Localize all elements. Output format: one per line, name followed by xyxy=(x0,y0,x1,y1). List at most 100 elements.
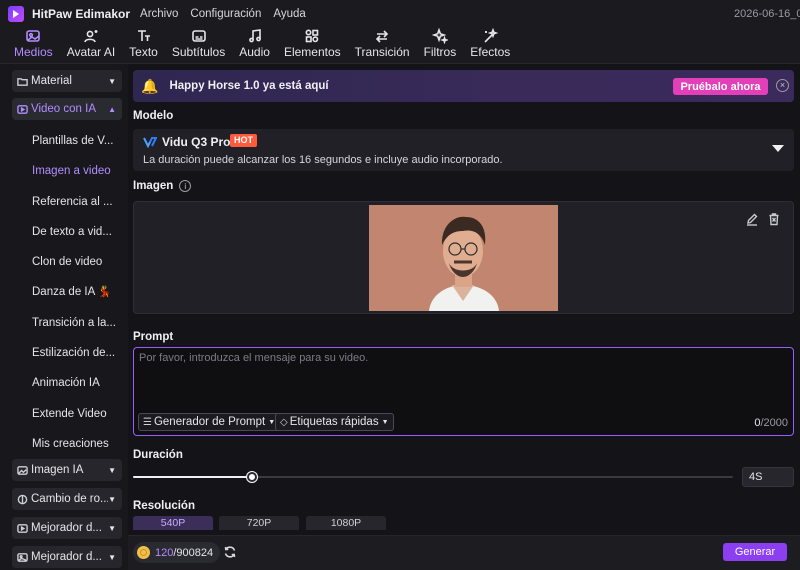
sidebar-item-mis-creaciones[interactable]: Mis creaciones xyxy=(12,429,122,459)
caret-down-icon: ▼ xyxy=(108,465,116,475)
try-now-button[interactable]: Pruébalo ahora xyxy=(673,78,768,95)
tag-icon: ◇ xyxy=(280,416,288,428)
prompt-input[interactable] xyxy=(139,352,779,406)
sidebar-item-transicion[interactable]: Transición a la... xyxy=(12,308,122,338)
tab-label: Subtítulos xyxy=(171,45,226,59)
tab-audio[interactable]: Audio xyxy=(232,27,277,63)
sidebar-item-plantillas[interactable]: Plantillas de V... xyxy=(12,126,122,156)
sidebar-item-imagen-a-video[interactable]: Imagen a video xyxy=(12,156,122,186)
video-ai-icon xyxy=(16,103,28,115)
sidebar-item-estilizacion[interactable]: Estilización de... xyxy=(12,338,122,368)
sidebar-category-material[interactable]: Material ▼ xyxy=(12,70,122,92)
menu-ayuda[interactable]: Ayuda xyxy=(273,8,305,20)
category-label: Imagen IA xyxy=(31,464,84,477)
sidebar-item-clon-de-video[interactable]: Clon de video xyxy=(12,247,122,277)
tab-transicion[interactable]: Transición xyxy=(348,27,417,63)
credits-badge: 120 /900824 xyxy=(133,542,221,563)
tab-label: Avatar AI xyxy=(66,45,116,59)
close-icon[interactable]: × xyxy=(776,79,789,92)
duration-value-field[interactable]: 4S xyxy=(742,467,794,487)
tab-label: Transición xyxy=(354,45,410,59)
caret-down-icon: ▼ xyxy=(108,494,116,504)
image-upload-area[interactable] xyxy=(133,201,794,314)
tab-avatar-ai[interactable]: Avatar AI xyxy=(60,27,122,63)
sidebar-category-cambio-rostro[interactable]: Cambio de ro... ▼ xyxy=(12,488,122,511)
image-enhancer-icon xyxy=(16,551,28,563)
sidebar-category-mejorador-imagen[interactable]: Mejorador d... ▼ xyxy=(12,546,122,569)
category-label: Video con IA xyxy=(31,103,97,115)
resolution-label: Resolución xyxy=(133,500,195,512)
banner-text: Happy Horse 1.0 ya está aquí xyxy=(169,80,329,92)
quick-tags-label: Etiquetas rápidas xyxy=(289,416,379,428)
duration-slider-fill xyxy=(133,476,252,478)
caret-down-icon: ▼ xyxy=(381,418,389,426)
menu-bar: Archivo Configuración Ayuda xyxy=(140,8,318,20)
tab-label: Efectos xyxy=(470,45,511,59)
tab-label: Audio xyxy=(239,45,270,59)
tab-label: Filtros xyxy=(423,45,457,59)
caret-down-icon: ▼ xyxy=(108,552,116,562)
media-icon xyxy=(26,30,41,42)
app-logo-icon xyxy=(8,6,24,22)
tab-medios[interactable]: Medios xyxy=(7,27,60,63)
resolution-720p-button[interactable]: 720P xyxy=(219,516,299,530)
caret-down-icon: ▼ xyxy=(108,523,116,533)
sidebar-category-imagen-ia[interactable]: Imagen IA ▼ xyxy=(12,459,122,482)
prompt-label: Prompt xyxy=(133,331,174,343)
video-enhancer-icon xyxy=(16,522,28,534)
filters-icon xyxy=(431,28,448,44)
category-label: Mejorador d... xyxy=(31,551,102,564)
tab-subtitulos[interactable]: Subtítulos xyxy=(165,27,232,63)
image-section-label: Imagen i xyxy=(133,180,192,192)
sidebar-category-mejorador-video[interactable]: Mejorador d... ▼ xyxy=(12,517,122,540)
prompt-generator-button[interactable]: ☰ Generador de Prompt ▼ xyxy=(138,413,281,431)
delete-icon[interactable] xyxy=(767,212,781,226)
sidebar-item-extende-video[interactable]: Extende Video xyxy=(12,399,122,429)
prompt-generator-label: Generador de Prompt xyxy=(153,416,266,428)
coin-icon xyxy=(137,546,150,559)
resolution-1080p-button[interactable]: 1080P xyxy=(306,516,386,530)
menu-configuracion[interactable]: Configuración xyxy=(190,8,261,20)
edit-icon[interactable] xyxy=(745,212,759,226)
model-selector[interactable]: Vidu Q3 Pro HOT La duración puede alcanz… xyxy=(133,129,794,171)
caret-up-icon: ▲ xyxy=(108,104,116,114)
main-panel: 🔔 Happy Horse 1.0 ya está aquí Pruébalo … xyxy=(128,64,800,570)
sidebar-item-texto-a-video[interactable]: De texto a vid... xyxy=(12,217,122,247)
image-ai-icon xyxy=(16,464,28,476)
prompt-generator-icon: ☰ xyxy=(143,416,152,428)
quick-tags-button[interactable]: ◇ Etiquetas rápidas ▼ xyxy=(275,413,394,431)
tab-label: Medios xyxy=(14,45,53,59)
prompt-box: ☰ Generador de Prompt ▼ ◇ Etiquetas rápi… xyxy=(133,347,794,436)
tab-efectos[interactable]: Efectos xyxy=(463,27,517,63)
dropdown-arrow-icon[interactable] xyxy=(772,145,784,152)
tab-texto[interactable]: Texto xyxy=(122,27,165,63)
generate-button[interactable]: Generar xyxy=(723,543,787,561)
sidebar-category-video-ai[interactable]: Video con IA ▲ xyxy=(12,98,122,120)
model-name: Vidu Q3 Pro xyxy=(162,135,231,149)
menu-archivo[interactable]: Archivo xyxy=(140,8,178,20)
resolution-540p-button[interactable]: 540P xyxy=(133,516,213,530)
title-bar: HitPaw Edimakor Archivo Configuración Ay… xyxy=(0,0,800,28)
app-window: HitPaw Edimakor Archivo Configuración Ay… xyxy=(0,0,800,570)
duration-slider[interactable] xyxy=(133,472,733,482)
tab-elementos[interactable]: Elementos xyxy=(277,27,348,63)
uploaded-portrait-image xyxy=(369,205,558,311)
bottom-action-bar: 120 /900824 Generar xyxy=(128,535,800,570)
category-label: Mejorador d... xyxy=(31,522,102,535)
hot-badge: HOT xyxy=(230,134,257,147)
refresh-icon[interactable] xyxy=(223,545,237,559)
subtitles-icon xyxy=(191,30,206,42)
duration-slider-thumb[interactable] xyxy=(247,472,257,482)
project-title: 2026-06-16_01 xyxy=(734,8,800,20)
elements-icon xyxy=(305,29,319,43)
sidebar-item-animacion-ia[interactable]: Animación IA xyxy=(12,368,122,398)
credits-used: 120 xyxy=(155,546,174,559)
tab-filtros[interactable]: Filtros xyxy=(417,27,464,63)
sidebar-item-danza-ia[interactable]: Danza de IA 💃 xyxy=(12,277,122,307)
tab-label: Elementos xyxy=(283,45,341,59)
sidebar-item-referencia[interactable]: Referencia al ... xyxy=(12,187,122,217)
model-label: Modelo xyxy=(133,110,174,122)
info-icon[interactable]: i xyxy=(179,180,192,192)
tab-label: Texto xyxy=(129,45,158,59)
vidu-logo-icon xyxy=(143,137,157,149)
